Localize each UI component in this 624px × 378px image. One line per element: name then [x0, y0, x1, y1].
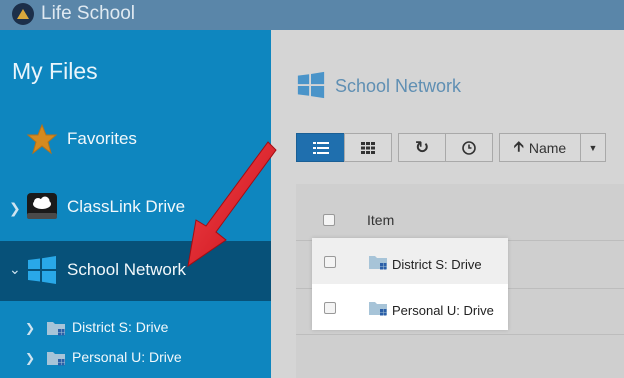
- table-row[interactable]: Personal U: Drive: [312, 284, 508, 330]
- sort-dropdown-button[interactable]: ▼: [580, 133, 606, 162]
- network-folder-icon: [369, 302, 387, 316]
- sidebar-item-label: Favorites: [67, 129, 137, 148]
- recent-button[interactable]: [445, 133, 493, 162]
- network-folder-icon: [369, 256, 387, 270]
- row-label[interactable]: Personal U: Drive: [392, 303, 494, 318]
- row-divider: [296, 334, 624, 335]
- select-all-checkbox[interactable]: [323, 214, 335, 226]
- chevron-right-icon[interactable]: ❯: [25, 351, 35, 365]
- sidebar-item-label: District S: Drive: [72, 319, 169, 335]
- network-folder-icon: [47, 322, 65, 336]
- sidebar-item-label: School Network: [67, 260, 187, 279]
- page-title: School Network: [335, 76, 462, 96]
- chevron-right-icon[interactable]: ❯: [25, 321, 35, 335]
- table-row[interactable]: District S: Drive: [312, 238, 508, 284]
- app-title: Life School: [41, 3, 136, 24]
- row-label[interactable]: District S: Drive: [392, 257, 482, 272]
- highlighted-rows: District S: Drive Personal U: Drive: [312, 238, 508, 330]
- sort-label: Name: [528, 139, 567, 156]
- sidebar-item-label: ClassLink Drive: [67, 197, 186, 216]
- top-bar: Life School: [0, 0, 624, 30]
- row-checkbox[interactable]: [324, 302, 336, 314]
- chevron-right-icon[interactable]: ❯: [9, 200, 21, 217]
- sort-name-button[interactable]: 🡩 Name: [499, 133, 581, 162]
- column-header-item[interactable]: Item: [367, 212, 394, 228]
- caret-down-icon: ▼: [588, 142, 598, 153]
- cloud-drive-icon: [27, 193, 57, 219]
- school-logo-icon: [12, 3, 34, 25]
- refresh-button[interactable]: ↻: [398, 133, 446, 162]
- grid-icon: [361, 141, 375, 154]
- sidebar-title: My Files: [12, 58, 98, 84]
- arrow-up-icon: 🡩: [513, 137, 524, 154]
- network-folder-icon: [47, 352, 65, 366]
- list-icon: [312, 141, 329, 154]
- chevron-down-icon[interactable]: ⌄: [9, 261, 21, 278]
- sidebar-item-label: Personal U: Drive: [72, 349, 182, 365]
- annotation-arrow-icon: [187, 141, 277, 268]
- star-icon: [26, 123, 58, 155]
- clock-icon: [462, 140, 476, 155]
- windows-icon: [297, 71, 325, 99]
- refresh-icon: ↻: [414, 137, 430, 157]
- list-view-button[interactable]: [296, 133, 345, 162]
- sidebar-subitem-personal-drive[interactable]: ❯ Personal U: Drive: [0, 345, 271, 371]
- grid-view-button[interactable]: [344, 133, 392, 162]
- row-checkbox[interactable]: [324, 256, 336, 268]
- sidebar-subitem-district-drive[interactable]: ❯ District S: Drive: [0, 315, 271, 341]
- windows-icon: [28, 256, 56, 284]
